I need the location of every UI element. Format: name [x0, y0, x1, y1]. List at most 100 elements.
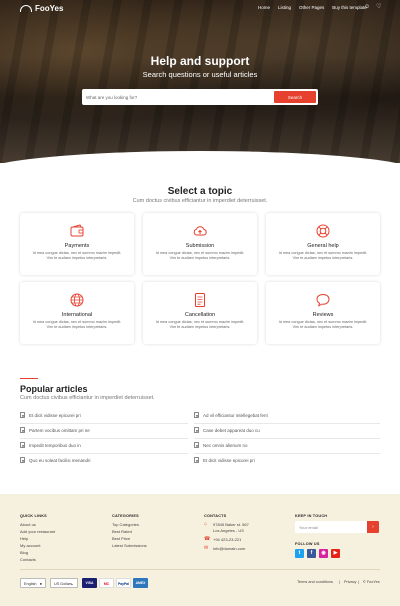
- search-input[interactable]: [86, 89, 274, 105]
- search-bar: Search: [82, 89, 318, 105]
- topic-title: General help: [307, 243, 339, 249]
- document-icon: [194, 457, 199, 463]
- contact-email[interactable]: info@domain.com: [213, 546, 245, 551]
- footer: [0, 494, 400, 606]
- terms-link[interactable]: Terms and conditions: [297, 580, 333, 584]
- footer-link-help[interactable]: Help: [20, 536, 28, 541]
- contact-address-line2: Los Angeles - US: [213, 528, 244, 533]
- link-separator: |: [358, 580, 359, 584]
- contact-address-line1: 97845 Baker st. 567: [213, 522, 249, 527]
- footer-link-blog[interactable]: Blog: [20, 550, 28, 555]
- article-link[interactable]: Nec omnis alienum no: [194, 441, 248, 449]
- top-navigation: FooYes Home Listing Other Pages Buy this…: [0, 0, 400, 18]
- topics-subtitle: Cum doctus civibus efficiantur in imperd…: [132, 198, 268, 204]
- facebook-icon[interactable]: f: [307, 549, 316, 558]
- search-button[interactable]: Search: [274, 91, 316, 103]
- divider: [194, 423, 380, 424]
- quick-links-heading: QUICK LINKS: [20, 514, 47, 518]
- chevron-down-icon: ⌄: [70, 581, 74, 586]
- article-link[interactable]: Quo eu soleat facilisi menandri: [20, 456, 91, 464]
- article-link[interactable]: Et dicit vidisse epicurei pri: [20, 411, 81, 419]
- globe-icon: ●: [39, 581, 42, 586]
- brand-name: FooYes: [35, 4, 64, 13]
- topic-description: Id mea congue dictas, nec et summo mazim…: [32, 251, 122, 260]
- section-accent-line: [20, 378, 38, 379]
- nav-item-buy-template[interactable]: Buy this template: [332, 5, 367, 10]
- newsletter-heading: KEEP IN TOUCH: [295, 514, 328, 518]
- hero-title: Help and support: [150, 54, 250, 68]
- topic-title: Cancellation: [184, 312, 216, 318]
- cloche-icon: [20, 5, 32, 12]
- footer-link-top-categories[interactable]: Top Categories: [112, 522, 139, 527]
- nav-item-listing[interactable]: Listing: [278, 5, 291, 10]
- divider: [194, 438, 380, 439]
- footer-link-contacts[interactable]: Contacts: [20, 557, 36, 562]
- document-icon: [20, 427, 25, 433]
- footer-link-about[interactable]: About us: [20, 522, 36, 527]
- topic-title: Payments: [64, 243, 90, 249]
- topic-description: Id mea congue dictas, nec et summo mazim…: [278, 320, 368, 329]
- youtube-icon[interactable]: ▶: [331, 549, 340, 558]
- article-link[interactable]: Ad vil efficiantur intellegebat ferri: [194, 411, 268, 419]
- mastercard-logo: MC: [99, 578, 114, 588]
- article-link[interactable]: Case debet appareat duo cu: [194, 426, 260, 434]
- footer-link-best-rated[interactable]: Best Rated: [112, 529, 132, 534]
- topic-card-general-help[interactable]: General help Id mea congue dictas, nec e…: [266, 213, 380, 275]
- footer-link-add-restaurant[interactable]: Add your restaurant: [20, 529, 55, 534]
- newsletter-form: ›: [295, 521, 379, 533]
- popular-articles-subtitle: Cum doctus civibus efficiantur in imperd…: [20, 395, 155, 401]
- topic-description: Id mea congue dictas, nec et summo mazim…: [32, 320, 122, 329]
- document-icon: [194, 442, 199, 448]
- article-link[interactable]: Partem vocibus omittam pri ne: [20, 426, 90, 434]
- document-icon: [20, 457, 25, 463]
- footer-link-account[interactable]: My account: [20, 543, 40, 548]
- article-link[interactable]: Et dicit vidisse epicurei pri: [194, 456, 255, 464]
- footer-link-best-price[interactable]: Best Price: [112, 536, 130, 541]
- cloud-upload-icon: [193, 226, 207, 236]
- envelope-icon: ✉: [204, 545, 209, 551]
- topic-title: International: [61, 312, 93, 318]
- topic-card-submission[interactable]: Submission Id mea congue dictas, nec et …: [143, 213, 257, 275]
- categories-heading: CATEGORIES: [112, 514, 139, 518]
- chat-bubble-icon: [316, 293, 330, 307]
- topic-card-cancellation[interactable]: Cancellation Id mea congue dictas, nec e…: [143, 282, 257, 344]
- footer-link-latest-submissions[interactable]: Latest Submissions: [112, 543, 147, 548]
- currency-select[interactable]: US Dollars ⌄: [50, 578, 78, 588]
- heart-icon[interactable]: ♡: [376, 4, 381, 10]
- follow-us-heading: FOLLOW US: [295, 542, 320, 546]
- newsletter-email-input[interactable]: [299, 521, 365, 533]
- topic-title: Reviews: [312, 312, 334, 318]
- article-link[interactable]: Impedit temporibus duo in: [20, 441, 81, 449]
- privacy-link[interactable]: Privacy: [344, 580, 356, 584]
- document-icon: [195, 293, 205, 307]
- document-icon: [20, 412, 25, 418]
- topics-title: Select a topic: [167, 186, 233, 197]
- main-nav: Home Listing Other Pages Buy this templa…: [258, 5, 367, 10]
- phone-icon: ☎: [204, 536, 211, 542]
- document-icon: [20, 442, 25, 448]
- topic-description: Id mea congue dictas, nec et summo mazim…: [278, 251, 368, 260]
- contact-phone[interactable]: +94 423-23-221: [213, 537, 241, 542]
- twitter-icon[interactable]: t: [295, 549, 304, 558]
- divider: [20, 453, 188, 454]
- footer-divider: [20, 569, 380, 570]
- amex-logo: AMEX: [133, 578, 148, 588]
- topic-card-payments[interactable]: Payments Id mea congue dictas, nec et su…: [20, 213, 134, 275]
- topic-description: Id mea congue dictas, nec et summo mazim…: [155, 251, 245, 260]
- divider: [20, 438, 188, 439]
- nav-item-home[interactable]: Home: [258, 5, 270, 10]
- paypal-logo: PayPal: [116, 578, 131, 588]
- newsletter-submit-button[interactable]: ›: [367, 521, 379, 533]
- contacts-heading: CONTACTS: [204, 514, 227, 518]
- topic-card-international[interactable]: International Id mea congue dictas, nec …: [20, 282, 134, 344]
- globe-icon: [70, 293, 84, 307]
- instagram-icon[interactable]: ◉: [319, 549, 328, 558]
- nav-item-other-pages[interactable]: Other Pages: [299, 5, 324, 10]
- visa-logo: VISA: [82, 578, 97, 588]
- topic-card-reviews[interactable]: Reviews Id mea congue dictas, nec et sum…: [266, 282, 380, 344]
- user-icon[interactable]: ☺: [364, 4, 370, 10]
- link-separator: |: [339, 580, 340, 584]
- language-select[interactable]: English ●: [20, 578, 46, 588]
- brand-logo[interactable]: FooYes: [20, 4, 63, 13]
- lifebuoy-icon: [316, 224, 330, 238]
